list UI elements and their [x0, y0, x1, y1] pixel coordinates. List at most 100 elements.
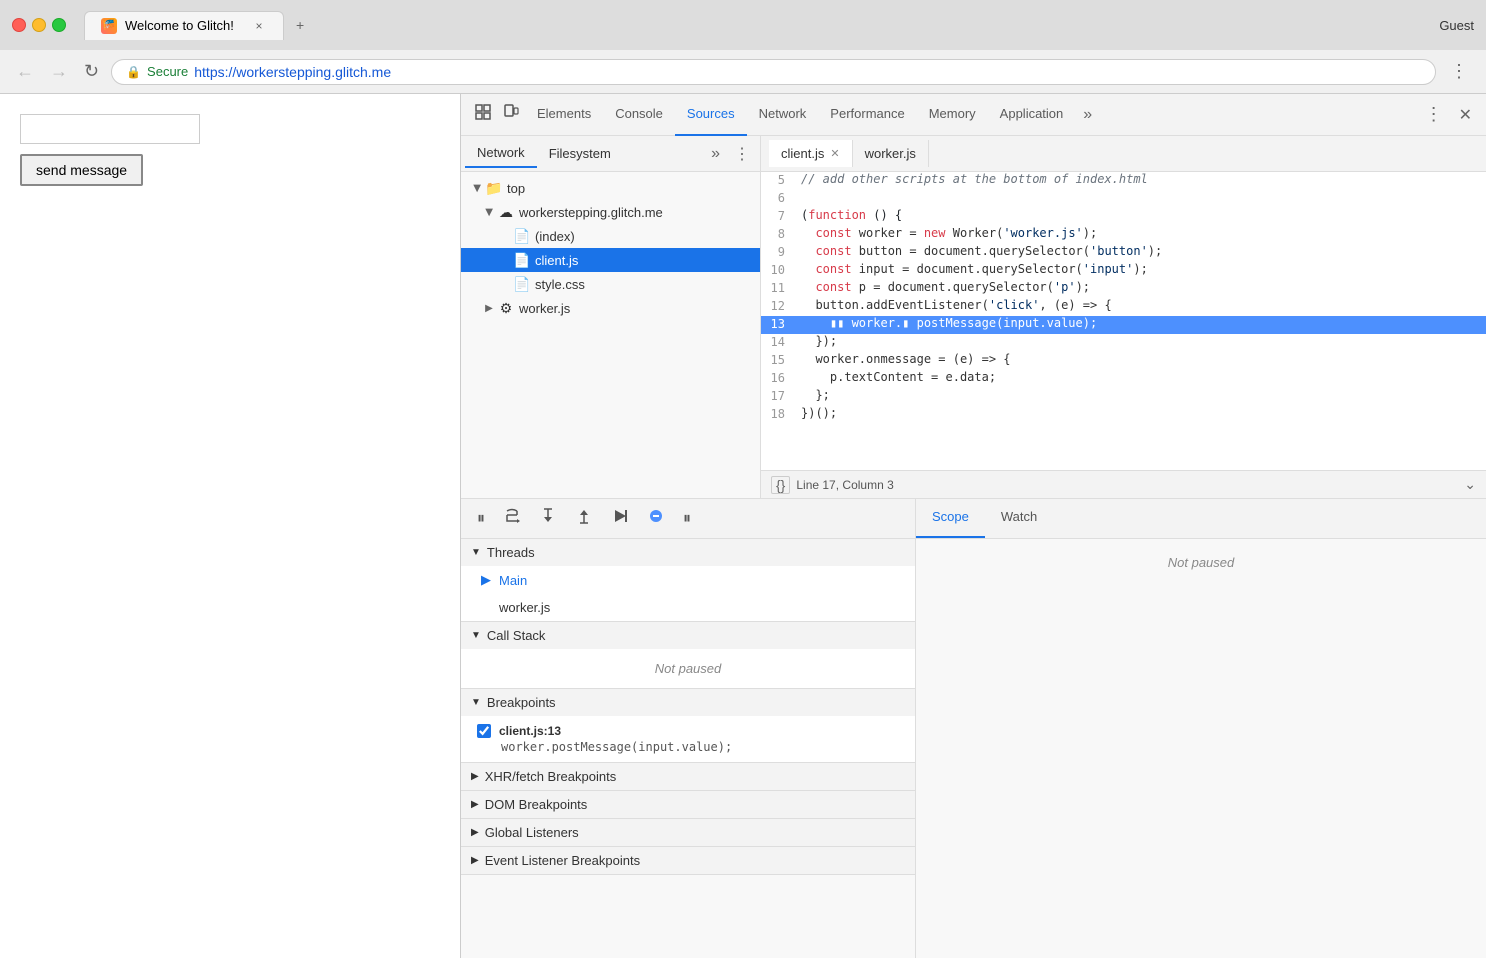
- browser-menu-button[interactable]: ⋮: [1444, 57, 1474, 86]
- code-tabs: client.js ✕ worker.js: [761, 136, 1486, 172]
- code-text-6: [797, 190, 1486, 208]
- send-message-button[interactable]: send message: [20, 154, 143, 186]
- global-section-header[interactable]: ▶ Global Listeners: [461, 819, 915, 846]
- code-line-13[interactable]: 13 ▮▮ worker.▮ postMessage(input.value);: [761, 316, 1486, 334]
- refresh-button[interactable]: ↻: [80, 57, 103, 86]
- tree-item-index[interactable]: ▶ 📄 (index): [461, 224, 760, 248]
- minimize-window-button[interactable]: [32, 18, 46, 32]
- line-number-14: 14: [761, 334, 797, 352]
- tab-application[interactable]: Application: [988, 94, 1076, 136]
- callstack-section-header[interactable]: ▼ Call Stack: [461, 622, 915, 649]
- file-icon-index: 📄: [513, 227, 531, 245]
- url-display: https://workerstepping.glitch.me: [194, 64, 391, 80]
- scope-not-paused: Not paused: [1168, 555, 1235, 570]
- code-status-bar: {} Line 17, Column 3 ⌄: [761, 470, 1486, 498]
- scope-tab-scope[interactable]: Scope: [916, 499, 985, 538]
- devtools-kebab-menu[interactable]: ⋮: [1419, 100, 1449, 129]
- deactivate-breakpoints-button[interactable]: [641, 504, 671, 533]
- tree-item-workerjs[interactable]: ▶ ⚙ worker.js: [461, 296, 760, 320]
- tab-memory[interactable]: Memory: [917, 94, 988, 136]
- callstack-arrow: ▼: [471, 630, 481, 641]
- debug-panel: ⏸ ⏸: [461, 499, 916, 958]
- event-arrow: ▶: [471, 855, 479, 866]
- tree-label-stylecss: style.css: [535, 277, 585, 292]
- new-tab-button[interactable]: +: [284, 11, 316, 39]
- breakpoint-checkbox[interactable]: [477, 724, 491, 738]
- tree-item-domain[interactable]: ▶ ☁ workerstepping.glitch.me: [461, 200, 760, 224]
- step-over-button[interactable]: [497, 504, 527, 533]
- line-number-13: 13: [761, 316, 797, 334]
- code-tab-clientjs[interactable]: client.js ✕: [769, 140, 853, 167]
- scope-tabs: Scope Watch: [916, 499, 1486, 539]
- line-number-5: 5: [761, 172, 797, 190]
- message-input[interactable]: [20, 114, 200, 144]
- dom-section-header[interactable]: ▶ DOM Breakpoints: [461, 791, 915, 818]
- breakpoints-label: Breakpoints: [487, 695, 556, 710]
- event-section: ▶ Event Listener Breakpoints: [461, 847, 915, 875]
- devtools-tabs-more[interactable]: »: [1075, 102, 1100, 128]
- xhr-arrow: ▶: [471, 771, 479, 782]
- breakpoint-item-1: client.js:13 worker.postMessage(input.va…: [461, 716, 915, 762]
- xhr-section-header[interactable]: ▶ XHR/fetch Breakpoints: [461, 763, 915, 790]
- code-line-16: 16 p.textContent = e.data;: [761, 370, 1486, 388]
- scope-tab-watch[interactable]: Watch: [985, 499, 1053, 538]
- file-tree-menu-button[interactable]: ⋮: [728, 140, 756, 168]
- step-out-button[interactable]: [569, 504, 599, 533]
- thread-main[interactable]: ▶ Main: [461, 566, 915, 594]
- thread-worker[interactable]: worker.js: [461, 594, 915, 621]
- close-window-button[interactable]: [12, 18, 26, 32]
- expand-icon[interactable]: ⌄: [1464, 476, 1476, 492]
- page-content: send message: [0, 94, 460, 958]
- code-tab-clientjs-close[interactable]: ✕: [830, 147, 839, 160]
- global-arrow: ▶: [471, 827, 479, 838]
- devtools-content: Network Filesystem » ⋮ ▶ 📁 top: [461, 136, 1486, 498]
- devtools-close-button[interactable]: ✕: [1453, 101, 1478, 129]
- title-bar: 🎏 Welcome to Glitch! × + Guest: [0, 0, 1486, 50]
- devtools-select-icon[interactable]: [469, 100, 497, 129]
- tree-item-stylecss[interactable]: ▶ 📄 style.css: [461, 272, 760, 296]
- devtools-device-icon[interactable]: [497, 100, 525, 129]
- line-number-10: 10: [761, 262, 797, 280]
- global-label: Global Listeners: [485, 825, 579, 840]
- code-tab-workerjs-label: worker.js: [865, 146, 916, 161]
- event-section-header[interactable]: ▶ Event Listener Breakpoints: [461, 847, 915, 874]
- code-line-8: 8 const worker = new Worker('worker.js')…: [761, 226, 1486, 244]
- tab-console[interactable]: Console: [603, 94, 675, 136]
- maximize-window-button[interactable]: [52, 18, 66, 32]
- tab-close-button[interactable]: ×: [251, 18, 267, 34]
- step-into-button[interactable]: [533, 504, 563, 533]
- code-text-15: worker.onmessage = (e) => {: [797, 352, 1486, 370]
- tab-sources[interactable]: Sources: [675, 94, 747, 136]
- traffic-lights: [12, 18, 66, 32]
- code-text-12: button.addEventListener('click', (e) => …: [797, 298, 1486, 316]
- address-bar[interactable]: 🔒 Secure https://workerstepping.glitch.m…: [111, 59, 1436, 85]
- tab-performance[interactable]: Performance: [818, 94, 916, 136]
- dom-arrow: ▶: [471, 799, 479, 810]
- file-tree-tabs-more[interactable]: »: [703, 141, 728, 167]
- back-button[interactable]: ←: [12, 57, 38, 86]
- pause-on-exceptions-button[interactable]: ⏸: [677, 507, 697, 531]
- browser-tab[interactable]: 🎏 Welcome to Glitch! ×: [84, 11, 284, 40]
- tab-network[interactable]: Network: [747, 94, 819, 136]
- code-tab-workerjs[interactable]: worker.js: [853, 140, 929, 167]
- tree-item-clientjs[interactable]: ▶ 📄 client.js: [461, 248, 760, 272]
- tree-arrow-domain: ▶: [484, 204, 495, 220]
- code-line-7: 7 (function () {: [761, 208, 1486, 226]
- threads-section-header[interactable]: ▼ Threads: [461, 539, 915, 566]
- threads-section: ▼ Threads ▶ Main worker.js: [461, 539, 915, 622]
- breakpoints-section-header[interactable]: ▼ Breakpoints: [461, 689, 915, 716]
- tab-favicon: 🎏: [101, 18, 117, 34]
- threads-section-body: ▶ Main worker.js: [461, 566, 915, 621]
- devtools-toolbar: Elements Console Sources Network Perform…: [461, 94, 1486, 136]
- file-tree-tab-filesystem[interactable]: Filesystem: [537, 140, 623, 167]
- step-button[interactable]: [605, 504, 635, 533]
- devtools-right-buttons: ⋮ ✕: [1419, 100, 1478, 129]
- pause-button[interactable]: ⏸: [471, 507, 491, 531]
- file-tree-tab-network[interactable]: Network: [465, 139, 537, 168]
- tab-elements[interactable]: Elements: [525, 94, 603, 136]
- code-text-10: const input = document.querySelector('in…: [797, 262, 1486, 280]
- code-text-14: });: [797, 334, 1486, 352]
- format-icon[interactable]: {}: [771, 476, 790, 494]
- tree-item-top[interactable]: ▶ 📁 top: [461, 176, 760, 200]
- forward-button[interactable]: →: [46, 57, 72, 86]
